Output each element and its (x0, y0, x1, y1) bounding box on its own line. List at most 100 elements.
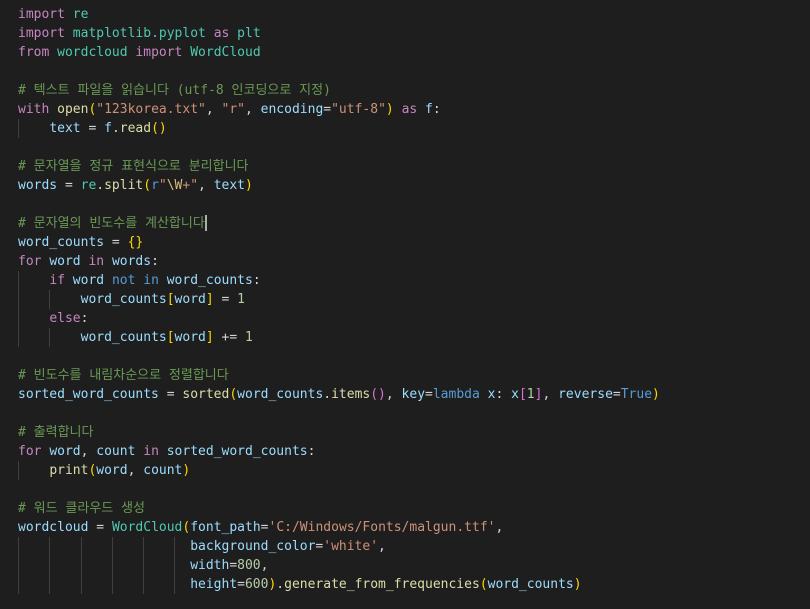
code-line[interactable]: height=600).generate_from_frequencies(wo… (18, 575, 810, 594)
code-token: ) (652, 387, 660, 402)
code-token: ] (205, 330, 214, 345)
code-line[interactable]: else: (18, 309, 810, 328)
code-line[interactable]: if word not in word_counts: (18, 271, 810, 290)
code-token: ( (143, 178, 152, 193)
code-token: . (276, 577, 285, 592)
code-token: 1 (237, 292, 245, 307)
code-token: # 텍스트 파일을 읽습니다 (utf-8 인코딩으로 지정) (18, 83, 331, 98)
indent-guide (18, 119, 19, 138)
code-line[interactable]: from wordcloud import WordCloud (18, 43, 810, 62)
code-token: text (213, 178, 246, 193)
code-token: . (96, 178, 105, 193)
code-token: with (18, 102, 50, 117)
code-line[interactable]: import re (18, 5, 810, 24)
code-token: = (111, 235, 120, 250)
code-line[interactable]: with open("123korea.txt", "r", encoding=… (18, 100, 810, 119)
code-line[interactable]: word_counts = {} (18, 233, 810, 252)
code-line[interactable] (18, 347, 810, 366)
code-token: word (174, 292, 206, 307)
code-line[interactable]: for word in words: (18, 252, 810, 271)
indent-guide (18, 461, 19, 480)
code-line[interactable] (18, 195, 810, 214)
code-line[interactable]: background_color='white', (18, 537, 810, 556)
code-token: True (620, 387, 653, 402)
code-token: wordcloud (57, 45, 128, 60)
code-line[interactable]: text = f.read() (18, 119, 810, 138)
code-line[interactable]: width=800, (18, 556, 810, 575)
code-token: , (542, 387, 559, 402)
code-token: ( (229, 387, 238, 402)
code-lines[interactable]: import re import matplotlib.pyplot as plt… (18, 5, 810, 594)
code-token: ) (573, 577, 582, 592)
indent-guide (111, 556, 113, 575)
code-token: # 문자열의 빈도수를 계산합니다 (18, 216, 205, 231)
code-line[interactable]: word_counts[word] += 1 (18, 328, 810, 347)
code-token: ) (182, 463, 191, 478)
code-editor[interactable]: import re import matplotlib.pyplot as plt… (0, 0, 810, 609)
code-token: f (104, 121, 112, 136)
code-token: : (151, 254, 159, 269)
code-token: : (80, 311, 89, 326)
code-line[interactable]: # 출력합니다 (18, 423, 810, 442)
indent-guide (143, 556, 145, 575)
indent-guide (111, 575, 113, 594)
code-token: r (151, 178, 159, 193)
code-line[interactable] (18, 404, 810, 423)
code-line[interactable]: word_counts[word] = 1 (18, 290, 810, 309)
code-token: WordCloud (111, 520, 183, 535)
code-token: read (119, 121, 152, 136)
indent-guide (49, 290, 51, 309)
code-line[interactable]: # 텍스트 파일을 읽습니다 (utf-8 인코딩으로 지정) (18, 81, 810, 100)
code-token: width (190, 558, 230, 573)
code-line[interactable]: # 문자열을 정규 표현식으로 분리합니다 (18, 157, 810, 176)
indent-guide (143, 575, 145, 594)
code-token: re (80, 178, 97, 193)
indent-guide (174, 575, 176, 594)
code-token: 1 (245, 330, 253, 345)
code-token: import (135, 45, 183, 60)
code-token: as (213, 26, 230, 41)
code-line[interactable]: # 워드 클라우드 생성 (18, 499, 810, 518)
code-token: WordCloud (190, 45, 261, 60)
code-token: = (96, 520, 105, 535)
code-token: 600 (244, 577, 269, 592)
indent-guide (143, 537, 145, 556)
code-line[interactable] (18, 62, 810, 81)
code-line[interactable]: sorted_word_counts = sorted(word_counts.… (18, 385, 810, 404)
code-token: = (166, 387, 175, 402)
code-line[interactable]: import matplotlib.pyplot as plt (18, 24, 810, 43)
indent-guide (49, 537, 51, 556)
code-token: in (143, 273, 159, 288)
indent-guide (111, 537, 113, 556)
code-token: word (49, 254, 81, 269)
code-line[interactable]: words = re.split(r"\W+", text) (18, 176, 810, 195)
code-token: word_counts (80, 330, 167, 345)
indent-guide (49, 328, 51, 347)
code-line[interactable]: # 문자열의 빈도수를 계산합니다 (18, 214, 810, 233)
code-token: height (190, 577, 238, 592)
code-token: , (495, 520, 504, 535)
code-line[interactable]: # 빈도수를 내림차순으로 정렬합니다 (18, 366, 810, 385)
code-line[interactable] (18, 480, 810, 499)
code-line[interactable] (18, 138, 810, 157)
code-token: reverse (558, 387, 613, 402)
code-line[interactable]: wordcloud = WordCloud(font_path='C:/Wind… (18, 518, 810, 537)
code-token: sorted_word_counts (166, 444, 308, 459)
code-token: = (612, 387, 621, 402)
code-token: import (18, 7, 65, 22)
code-token: = (229, 558, 238, 573)
code-line[interactable]: for word, count in sorted_word_counts: (18, 442, 810, 461)
code-token: : (307, 444, 316, 459)
code-line[interactable]: print(word, count) (18, 461, 810, 480)
